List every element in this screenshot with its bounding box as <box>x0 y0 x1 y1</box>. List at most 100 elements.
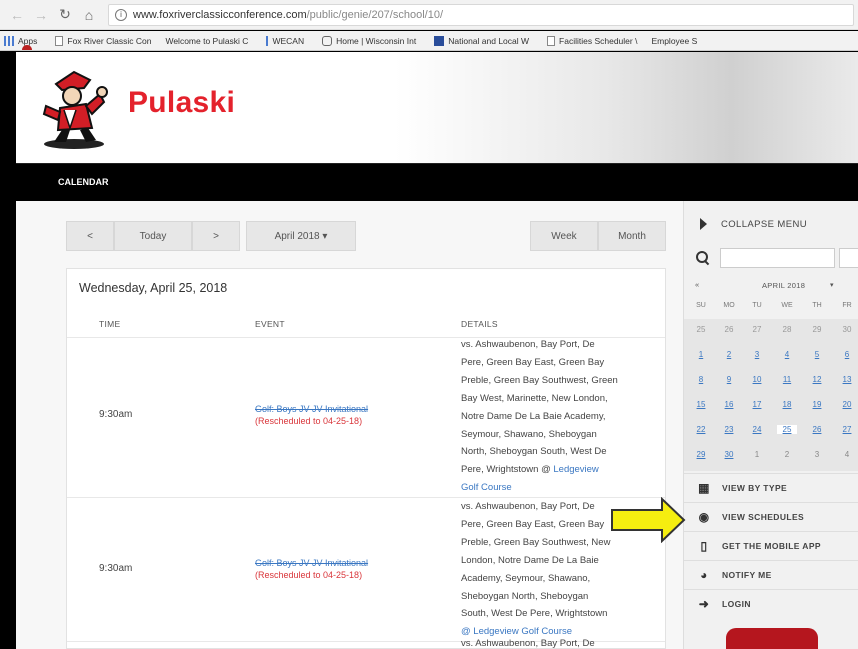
calendar-day[interactable]: 3 <box>747 350 767 359</box>
prev-button[interactable]: < <box>66 221 114 251</box>
calendar-day[interactable]: 18 <box>777 400 797 409</box>
address-bar[interactable]: i www.foxriverclassicconference.com/publ… <box>108 3 854 26</box>
agenda-list: Wednesday, April 25, 2018 TIME EVENT DET… <box>66 268 666 649</box>
calendar-day[interactable]: 4 <box>777 350 797 359</box>
details-line: South, West De Pere, Wrightstown <box>461 608 608 620</box>
calendar-day[interactable]: 26 <box>719 325 739 334</box>
location-link[interactable]: Golf Course <box>461 479 651 497</box>
calendar-day[interactable]: 20 <box>837 400 857 409</box>
month-select[interactable]: April 2018 ▾ <box>246 221 356 251</box>
calendar-day[interactable]: 25 <box>691 325 711 334</box>
calendar-day[interactable]: 3 <box>807 450 827 459</box>
calendar-day[interactable]: 17 <box>747 400 767 409</box>
collapse-menu-button[interactable]: COLLAPSE MENU <box>684 209 858 239</box>
week-view-button[interactable]: Week <box>530 221 598 251</box>
prev-month-button[interactable]: « <box>695 280 699 289</box>
calendar-day[interactable]: 29 <box>807 325 827 334</box>
search-button[interactable] <box>839 248 858 268</box>
bookmark-national[interactable]: National and Local W <box>430 35 529 46</box>
event-time: 9:30am <box>99 563 133 574</box>
details-line: Notre Dame De La Baie Academy, <box>461 410 606 422</box>
calendar-day[interactable]: 27 <box>837 425 857 434</box>
calendar-day[interactable]: 5 <box>807 350 827 359</box>
weekday-label: SU <box>696 302 706 309</box>
info-icon[interactable]: i <box>115 8 127 21</box>
forward-arrow-icon[interactable]: → <box>34 7 48 23</box>
url-path: /public/genie/207/school/10/ <box>306 8 444 21</box>
nav-item-calendar[interactable]: CALENDAR <box>58 177 109 187</box>
calendar-day[interactable]: 29 <box>691 450 711 459</box>
month-dropdown-icon[interactable]: ▾ <box>830 281 834 289</box>
next-button[interactable]: > <box>192 221 240 251</box>
calendar-day[interactable]: 10 <box>747 375 767 384</box>
get-mobile-app-button[interactable]: ▯ GET THE MOBILE APP <box>684 531 858 560</box>
collapse-menu-label: COLLAPSE MENU <box>721 218 807 230</box>
calendar-day[interactable]: 12 <box>807 375 827 384</box>
calendar-day[interactable]: 25 <box>777 425 797 434</box>
view-schedules-button[interactable]: ◉ VIEW SCHEDULES <box>684 502 858 531</box>
calendar-day[interactable]: 9 <box>719 375 739 384</box>
calendar-icon: ▦ <box>698 481 710 495</box>
today-button[interactable]: Today <box>114 221 192 251</box>
menu-label: VIEW SCHEDULES <box>722 512 805 522</box>
month-view-button[interactable]: Month <box>598 221 666 251</box>
calendar-day[interactable]: 30 <box>837 325 857 334</box>
back-arrow-icon[interactable]: ← <box>10 7 24 23</box>
home-icon <box>322 35 333 46</box>
calendar-day[interactable]: 8 <box>691 375 711 384</box>
calendar-day[interactable]: 13 <box>837 375 857 384</box>
bookmark-label: Apps <box>18 35 38 46</box>
calendar-day[interactable]: 1 <box>747 450 767 459</box>
calendar-day[interactable]: 27 <box>747 325 767 334</box>
mini-calendar-month[interactable]: APRIL 2018 <box>762 281 805 290</box>
bookmark-fox-river[interactable]: Fox River Classic Con <box>51 35 151 46</box>
calendar-day[interactable]: 16 <box>719 400 739 409</box>
event-link[interactable]: Golf: Boys JV JV Invitational <box>255 557 425 569</box>
calendar-day[interactable]: 23 <box>719 425 739 434</box>
weekday-label: MO <box>723 302 735 309</box>
login-button[interactable]: ➜ LOGIN <box>684 589 858 618</box>
calendar-day[interactable]: 11 <box>777 375 797 384</box>
column-header-event: EVENT <box>255 319 285 329</box>
home-icon[interactable]: ⌂ <box>82 7 96 23</box>
calendar-day[interactable]: 28 <box>777 325 797 334</box>
menu-label: VIEW BY TYPE <box>722 483 788 493</box>
event-link[interactable]: Golf: Boys JV JV Invitational <box>255 403 425 415</box>
calendar-day[interactable]: 19 <box>807 400 827 409</box>
event-details: vs. Ashwaubenon, Bay Port, De Pere, Gree… <box>461 336 651 497</box>
calendar-day[interactable]: 2 <box>719 350 739 359</box>
bookmark-wecan[interactable]: WECAN <box>262 35 304 46</box>
calendar-day[interactable]: 22 <box>691 425 711 434</box>
mobile-icon: ▯ <box>700 539 708 553</box>
calendar-day[interactable]: 1 <box>691 350 711 359</box>
day-header: Wednesday, April 25, 2018 <box>79 281 228 295</box>
site-title[interactable]: Pulaski <box>128 86 235 120</box>
search-input[interactable] <box>719 248 836 268</box>
details-text: Pere, Wrightstown @ <box>461 464 551 476</box>
bookmark-employee[interactable]: Employee S <box>22 36 697 50</box>
weekday-label: FR <box>842 302 852 309</box>
apps-icon <box>4 35 14 46</box>
calendar-day[interactable]: 30 <box>719 450 739 459</box>
details-line: Sheboygan North, Sheboygan <box>461 590 589 602</box>
bookmark-facilities[interactable]: Facilities Scheduler \ <box>543 35 637 46</box>
search-row <box>684 244 858 272</box>
calendar-day[interactable]: 26 <box>807 425 827 434</box>
calendar-day[interactable]: 6 <box>837 350 857 359</box>
reload-icon[interactable]: ↻ <box>58 6 72 23</box>
calendar-day[interactable]: 2 <box>777 450 797 459</box>
calendar-day[interactable]: 4 <box>837 450 857 459</box>
mascot-logo-icon[interactable] <box>34 66 114 150</box>
calendar-day[interactable]: 24 <box>747 425 767 434</box>
view-by-type-button[interactable]: ▦ VIEW BY TYPE <box>684 473 858 502</box>
notify-me-button[interactable]: ◕ NOTIFY ME <box>684 560 858 589</box>
rescheduled-note: (Rescheduled to 04-25-18) <box>255 570 363 580</box>
calendar-day[interactable]: 15 <box>691 400 711 409</box>
bookmark-pulaski[interactable]: Welcome to Pulaski C <box>22 36 248 50</box>
details-line: Pere, Green Bay East, Green Bay <box>461 356 605 368</box>
mascot-icon <box>22 45 32 50</box>
bookmark-apps[interactable]: Apps <box>0 35 38 46</box>
weekday-label: TU <box>752 302 762 309</box>
location-link[interactable]: Ledgeview <box>553 464 598 475</box>
bookmark-wisconsin[interactable]: Home | Wisconsin Int <box>318 35 416 46</box>
